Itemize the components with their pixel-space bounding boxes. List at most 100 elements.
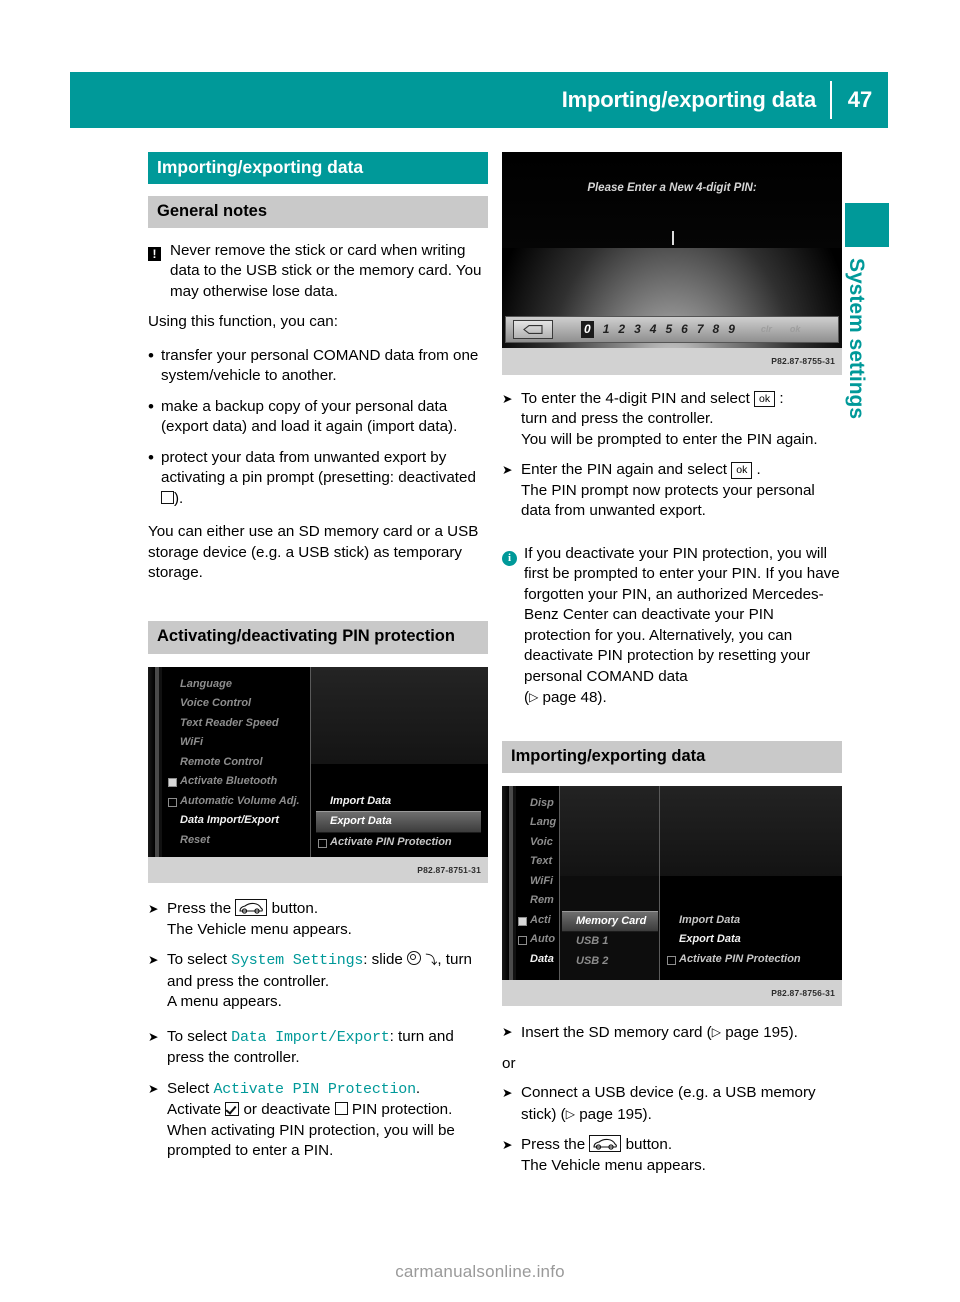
digit-key[interactable]: 6	[681, 319, 688, 340]
right-column: Please Enter a New 4-digit PIN: 0 1 2 3 …	[502, 152, 842, 1186]
menu-item-selected[interactable]: Memory Card	[562, 910, 658, 932]
page-header-band: Importing/exporting data 47	[70, 72, 888, 128]
menu-item[interactable]: Lang	[516, 813, 564, 833]
step-marker-icon: ➤	[502, 1025, 513, 1039]
menu-item[interactable]: Language	[166, 675, 306, 695]
step-text-after: :	[775, 389, 784, 407]
backspace-icon[interactable]	[513, 320, 553, 339]
command-label: System Settings	[231, 952, 364, 969]
page-ref-arrow-icon: ▷	[565, 1106, 575, 1121]
menu-item[interactable]: Import Data	[665, 911, 835, 931]
menu-item[interactable]: WiFi	[516, 872, 564, 892]
controller-icon	[407, 951, 422, 965]
pin-keybar[interactable]: 0 1 2 3 4 5 6 7 8 9 clr ok	[505, 316, 839, 343]
list-item-text-after-checkbox: ).	[174, 489, 184, 507]
figure-caption: P82.87-8755-31	[771, 356, 835, 366]
menu-item[interactable]: Activate Bluetooth	[166, 772, 306, 792]
menu-item[interactable]: Auto	[516, 930, 564, 950]
menu-item[interactable]: Activate PIN Protection	[316, 833, 481, 853]
settings-menu-left[interactable]: Language Voice Control Text Reader Speed…	[166, 675, 306, 851]
subsection-heading-importing-exporting-data: Importing/exporting data	[502, 740, 842, 773]
checkbox-on-icon	[168, 778, 177, 787]
menu-item[interactable]: USB 1	[562, 932, 658, 952]
digit-key[interactable]: 4	[650, 319, 657, 340]
step-text-after: button.	[267, 900, 319, 917]
step-marker-icon: ➤	[502, 391, 513, 406]
checkbox-off-icon	[168, 797, 177, 807]
step-marker-icon: ➤	[148, 953, 159, 967]
settings-menu-column-2[interactable]: Memory Card USB 1 USB 2	[562, 910, 658, 972]
menu-item[interactable]: Automatic Volume Adj.	[166, 792, 306, 812]
info-note-text: If you deactivate your PIN protection, y…	[524, 544, 840, 685]
unchecked-checkbox-icon	[334, 1102, 348, 1115]
step-text: To enter the 4-digit PIN and select	[521, 389, 755, 407]
step-result: A menu appears.	[167, 993, 282, 1010]
menu-item[interactable]: Remote Control	[166, 753, 306, 773]
digit-key[interactable]: 7	[697, 319, 704, 340]
checkbox-off-icon	[518, 936, 527, 945]
clear-key[interactable]: clr	[761, 319, 772, 340]
command-label: Activate PIN Protection	[213, 1080, 416, 1098]
list-item: • transfer your personal COMAND data fro…	[148, 346, 488, 387]
digit-key[interactable]: 5	[665, 319, 672, 340]
menu-item[interactable]: Data	[516, 950, 564, 970]
menu-item[interactable]: Rem	[516, 891, 564, 911]
digit-key-selected[interactable]: 0	[581, 321, 594, 338]
menu-item[interactable]: USB 2	[562, 952, 658, 972]
unchecked-checkbox-icon	[161, 490, 174, 504]
step-result: turn and press the controller.	[521, 410, 714, 427]
settings-menu-column-1[interactable]: Disp Lang Voic Text WiFi Rem Acti Auto D…	[516, 794, 564, 970]
step-marker-icon: ➤	[502, 1138, 513, 1152]
step-text-after: : slide	[363, 951, 408, 968]
menu-item[interactable]: Data Import/Export	[166, 811, 306, 831]
step-text-after: .	[752, 461, 761, 478]
step-result: The Vehicle menu appears.	[521, 1156, 706, 1174]
digit-key[interactable]: 3	[634, 319, 641, 340]
digit-key[interactable]: 1	[603, 319, 610, 340]
digit-key[interactable]: 8	[713, 319, 720, 340]
warning-note: ! Never remove the stick or card when wr…	[148, 241, 488, 303]
menu-item[interactable]: Text	[516, 852, 564, 872]
menu-item[interactable]: Voic	[516, 833, 564, 853]
ok-key[interactable]: ok	[790, 319, 801, 340]
settings-menu-column-3[interactable]: Import Data Export Data Activate PIN Pro…	[665, 911, 835, 970]
comand-screenshot-pin-entry: Please Enter a New 4-digit PIN: 0 1 2 3 …	[502, 152, 842, 375]
step-result-b: or deactivate	[239, 1101, 335, 1118]
menu-item-selected[interactable]: Export Data	[316, 811, 481, 833]
menu-item[interactable]: Disp	[516, 794, 564, 814]
list-item-text-before-checkbox: protect your data from unwanted export b…	[161, 448, 476, 487]
step-text-after: .	[415, 1079, 421, 1097]
intro-text: Using this function, you can:	[148, 313, 338, 330]
vehicle-button-icon	[235, 899, 268, 916]
info-note: i If you deactivate your PIN protection,…	[502, 544, 842, 709]
list-item-label: make a backup copy of your personal data…	[161, 397, 458, 436]
menu-item[interactable]: Import Data	[316, 792, 481, 812]
menu-item[interactable]: WiFi	[166, 733, 306, 753]
instruction-step: ➤ To select System Settings: slide ⤵, tu…	[148, 950, 488, 1013]
subsection-heading-pin-protection: Activating/deactivating PIN protection	[148, 620, 488, 654]
step-text: To select	[167, 1027, 232, 1045]
step-marker-icon: ➤	[502, 1086, 513, 1100]
menu-item[interactable]: Voice Control	[166, 694, 306, 714]
menu-item[interactable]: Export Data	[665, 930, 835, 950]
digit-key[interactable]: 2	[618, 319, 625, 340]
menu-item[interactable]: Activate PIN Protection	[665, 950, 835, 970]
menu-item[interactable]: Reset	[166, 831, 306, 851]
instruction-step: ➤ To select Data Import/Export: turn and…	[148, 1027, 488, 1069]
menu-item[interactable]: Acti	[516, 911, 564, 931]
step-text: Enter the PIN again and select	[521, 461, 732, 478]
step-text: Select	[167, 1079, 214, 1097]
digit-key[interactable]: 9	[728, 319, 735, 340]
menu-item[interactable]: Text Reader Speed	[166, 714, 306, 734]
comand-screenshot-storage-select: Disp Lang Voic Text WiFi Rem Acti Auto D…	[502, 785, 842, 1006]
step-result: The Vehicle menu appears.	[167, 920, 352, 938]
ok-key-icon: ok	[731, 462, 753, 479]
left-column: Importing/exporting data General notes !…	[148, 152, 488, 1172]
step-marker-icon: ➤	[502, 463, 513, 477]
section-heading-importing-exporting: Importing/exporting data	[148, 152, 488, 184]
step-text: Press the	[167, 900, 236, 917]
ok-key-icon: ok	[754, 390, 776, 407]
command-label: Data Import/Export	[231, 1028, 390, 1046]
settings-submenu-right[interactable]: Import Data Export Data Activate PIN Pro…	[316, 792, 481, 853]
checkbox-off-icon	[318, 838, 327, 848]
